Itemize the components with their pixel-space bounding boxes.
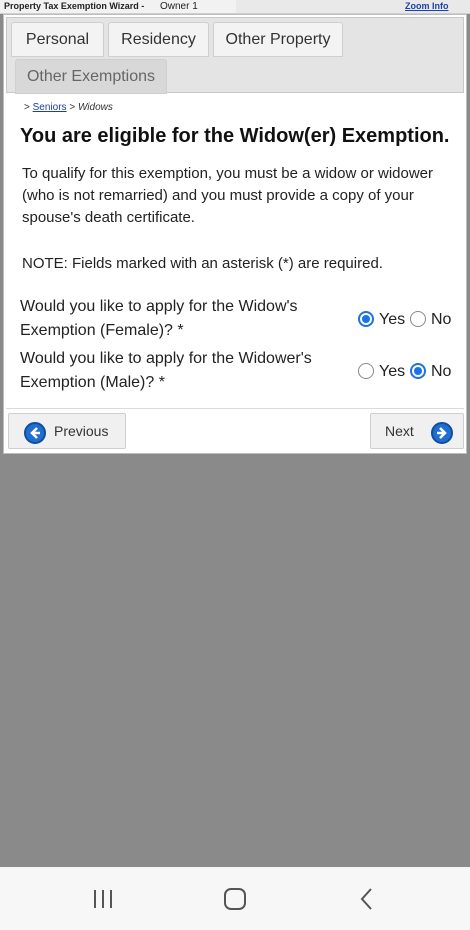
tab-residency[interactable]: Residency xyxy=(108,22,209,57)
tab-bar: Personal Residency Other Property Other … xyxy=(6,17,464,94)
next-label: Next xyxy=(385,423,414,439)
system-navigation-bar xyxy=(0,867,470,930)
page-title: You are eligible for the Widow(er) Exemp… xyxy=(20,125,450,147)
radio-widow-no[interactable] xyxy=(410,311,426,327)
home-icon[interactable] xyxy=(220,887,250,911)
wizard-panel: Personal Residency Other Property Other … xyxy=(3,14,467,454)
owner-label: Owner 1 xyxy=(160,1,198,12)
recent-apps-icon[interactable] xyxy=(88,887,118,911)
breadcrumb-link-seniors[interactable]: Seniors xyxy=(33,102,67,113)
radio-widower-no-label: No xyxy=(431,363,452,380)
breadcrumb-separator: > xyxy=(69,102,76,113)
breadcrumb-current: Widows xyxy=(77,102,113,113)
previous-label: Previous xyxy=(54,423,109,439)
radio-widow-yes-label: Yes xyxy=(379,311,406,328)
arrow-left-icon xyxy=(24,422,46,444)
arrow-right-icon xyxy=(431,422,453,444)
previous-button[interactable]: Previous xyxy=(8,413,126,449)
tab-personal[interactable]: Personal xyxy=(11,22,104,57)
title-bar: Property Tax Exemption Wizard - Owner 1 … xyxy=(0,0,470,14)
radio-group-widow: Yes No xyxy=(358,309,468,331)
zoom-info-link[interactable]: Zoom Info xyxy=(405,0,449,13)
tab-other-exemptions[interactable]: Other Exemptions xyxy=(15,59,167,94)
divider xyxy=(6,408,464,409)
breadcrumb: > Seniors > Widows xyxy=(24,102,113,113)
next-button[interactable]: Next xyxy=(370,413,464,449)
question-widower: Would you like to apply for the Widower'… xyxy=(20,350,312,391)
back-icon[interactable] xyxy=(352,887,382,911)
required-note: NOTE: Fields marked with an asterisk (*)… xyxy=(22,255,383,272)
question-widow: Would you like to apply for the Widow's … xyxy=(20,298,298,339)
radio-group-widower: Yes No xyxy=(358,361,468,383)
description-text: To qualify for this exemption, you must … xyxy=(22,165,434,226)
breadcrumb-separator: > xyxy=(24,102,30,113)
radio-widow-no-label: No xyxy=(431,311,452,328)
app-title: Property Tax Exemption Wizard - xyxy=(4,1,145,11)
radio-widower-no[interactable] xyxy=(410,363,426,379)
radio-widower-yes-label: Yes xyxy=(379,363,406,380)
radio-widower-yes[interactable] xyxy=(358,363,374,379)
tab-other-property[interactable]: Other Property xyxy=(213,22,343,57)
radio-widow-yes[interactable] xyxy=(358,311,374,327)
